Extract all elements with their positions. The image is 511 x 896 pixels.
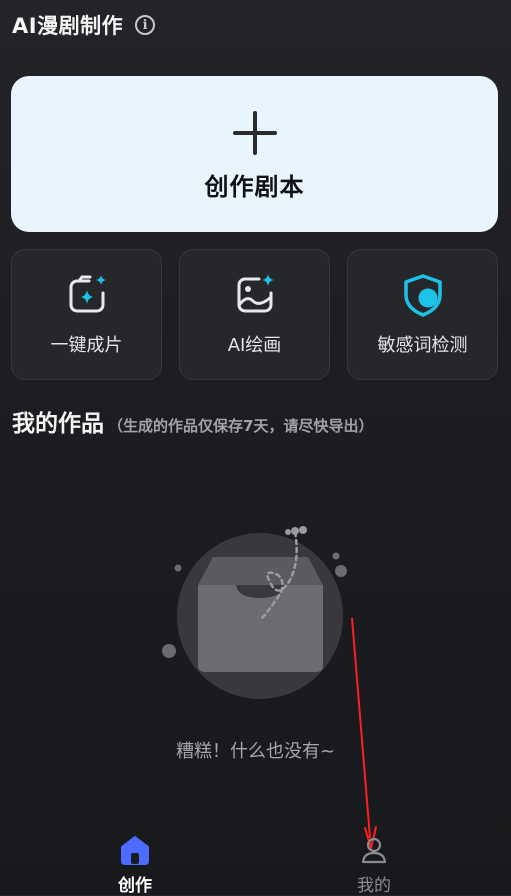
paint-sparkle-icon — [237, 273, 274, 312]
info-icon[interactable]: i — [135, 15, 156, 35]
nav-tab-create[interactable]: 创作 — [95, 835, 175, 896]
plus-icon — [232, 110, 277, 155]
tool-sensitive-word-check[interactable]: 敏感词检测 — [347, 249, 498, 380]
tool-one-click-video[interactable]: 一键成片 — [11, 249, 162, 380]
section-note: （生成的作品仅保存7天，请尽快导出） — [108, 417, 374, 435]
create-script-button[interactable]: 创作剧本 — [11, 76, 498, 232]
tool-ai-painting[interactable]: AI绘画 — [179, 249, 330, 380]
app-header: AI漫剧制作 i — [12, 10, 156, 40]
tool-label: AI绘画 — [227, 334, 282, 356]
user-icon — [361, 837, 387, 864]
bottom-nav: 创作 我的 — [0, 825, 511, 896]
nav-label-mine: 我的 — [357, 876, 391, 896]
tool-grid: 一键成片 AI绘画 敏感词检测 — [11, 249, 498, 380]
section-title: 我的作品 — [12, 411, 104, 437]
empty-state-text: 糟糕！什么也没有~ — [175, 741, 336, 762]
my-works-header: 我的作品 （生成的作品仅保存7天，请尽快导出） — [12, 404, 373, 438]
tool-label: 敏感词检测 — [377, 334, 468, 356]
nav-label-create: 创作 — [118, 876, 152, 896]
app-title: AI漫剧制作 — [12, 14, 124, 38]
tool-label: 一键成片 — [50, 334, 123, 356]
create-script-label: 创作剧本 — [204, 172, 305, 201]
home-icon — [121, 836, 149, 865]
empty-inbox-icon — [162, 526, 347, 699]
shield-check-icon — [403, 273, 442, 317]
image-sparkle-icon — [69, 274, 106, 312]
nav-tab-mine[interactable]: 我的 — [334, 835, 414, 896]
